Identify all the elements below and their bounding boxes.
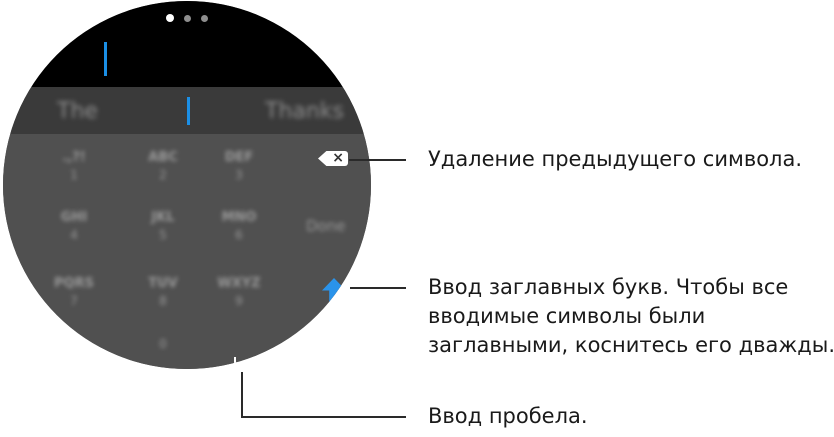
key-label: GHI [60, 210, 88, 225]
text-cursor [104, 42, 107, 76]
key-number: 9 [235, 294, 243, 308]
key-label: JKL [151, 210, 175, 225]
callout-line-space-vertical [241, 372, 243, 418]
suggestion-cursor [187, 97, 190, 125]
key-label: DEF [224, 150, 254, 165]
key-number: 1 [70, 168, 78, 182]
suggestion-bar: The Thanks [3, 87, 371, 134]
callout-caps-line1: Ввод заглавных букв. Чтобы все [428, 275, 789, 299]
callout-line-space-horizontal [241, 416, 406, 418]
key-number: 2 [159, 168, 167, 182]
key-label: PQRS [54, 276, 94, 291]
key-label: .,?! [62, 150, 86, 165]
key-4[interactable]: GHI 4 [46, 210, 102, 242]
page-dot-3 [201, 15, 208, 22]
callout-line-caps [350, 287, 406, 289]
suggestion-1[interactable]: The [57, 99, 98, 124]
key-5[interactable]: JKL 5 [135, 210, 191, 242]
key-7[interactable]: PQRS 7 [46, 276, 102, 308]
page-dot-1 [166, 14, 174, 22]
watch-screen: The Thanks .,?! 1 ABC 2 DEF 3 GHI 4 JKL 5 MNO… [3, 1, 371, 369]
key-2[interactable]: ABC 2 [135, 150, 191, 182]
callout-line-delete [349, 159, 406, 161]
key-number: 5 [159, 228, 167, 242]
page-dot-2 [184, 15, 191, 22]
key-number: 8 [159, 294, 167, 308]
key-label: ABC [148, 150, 178, 165]
key-6[interactable]: MNO 6 [211, 210, 267, 242]
suggestion-2[interactable]: Thanks [265, 99, 344, 124]
done-key[interactable]: Done [306, 217, 345, 235]
key-label: TUV [148, 276, 178, 291]
callout-caps-line3: заглавными, коснитесь его дважды. [428, 333, 834, 357]
key-number: 7 [70, 294, 78, 308]
key-number: 4 [70, 228, 78, 242]
key-label: WXYZ [217, 276, 261, 291]
key-9[interactable]: WXYZ 9 [211, 276, 267, 308]
key-number: 3 [235, 168, 243, 182]
key-8[interactable]: TUV 8 [135, 276, 191, 308]
callout-caps: Ввод заглавных букв. Чтобы все вводимые … [428, 273, 834, 360]
key-0[interactable]: 0 [135, 334, 191, 351]
key-number: 0 [159, 337, 167, 351]
key-3[interactable]: DEF 3 [211, 150, 267, 182]
key-1[interactable]: .,?! 1 [46, 150, 102, 182]
key-label: MNO [221, 210, 257, 225]
callout-delete: Удаление предыдущего символа. [428, 147, 803, 171]
space-icon[interactable] [234, 357, 258, 364]
keypad: .,?! 1 ABC 2 DEF 3 GHI 4 JKL 5 MNO 6 PQRS 7 TUV… [3, 134, 371, 369]
callout-caps-line2: вводимые символы были [428, 304, 706, 328]
callout-space: Ввод пробела. [428, 404, 588, 428]
page-indicator [3, 14, 371, 22]
key-number: 6 [235, 228, 243, 242]
